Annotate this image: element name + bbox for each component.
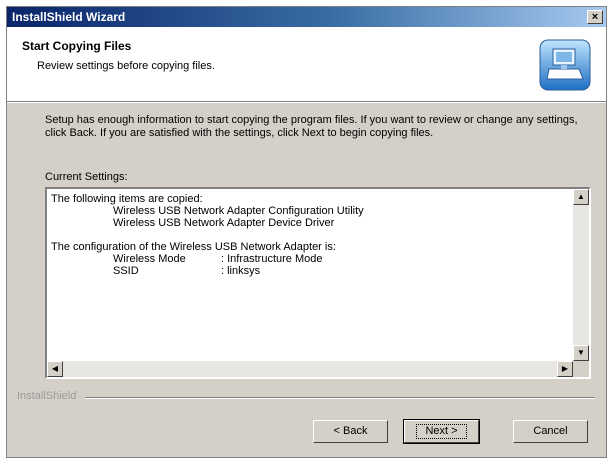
page-title: Start Copying Files xyxy=(22,39,132,53)
scroll-right-icon[interactable]: ▶ xyxy=(557,361,573,377)
settings-line: Wireless USB Network Adapter Device Driv… xyxy=(113,217,335,229)
settings-line: The configuration of the Wireless USB Ne… xyxy=(51,241,336,253)
cancel-button[interactable]: Cancel xyxy=(513,420,588,443)
current-settings-label: Current Settings: xyxy=(45,171,128,183)
description-text: Setup has enough information to start co… xyxy=(45,114,578,139)
scroll-left-icon[interactable]: ◀ xyxy=(47,361,63,377)
horizontal-scrollbar[interactable]: ◀ ▶ xyxy=(47,361,573,377)
close-button[interactable]: × xyxy=(587,10,603,24)
vertical-scrollbar[interactable]: ▲ ▼ xyxy=(573,189,589,361)
settings-line: Wireless USB Network Adapter Configurati… xyxy=(113,205,364,217)
setting-key: Wireless Mode xyxy=(113,253,186,265)
settings-line: SSID : linksys xyxy=(51,265,559,277)
current-settings-box[interactable]: The following items are copied: Wireless… xyxy=(45,187,591,379)
settings-content: The following items are copied: Wireless… xyxy=(51,193,559,277)
setting-value: : linksys xyxy=(221,265,261,277)
page-subtitle: Review settings before copying files. xyxy=(37,60,215,72)
setting-key: SSID xyxy=(113,265,139,277)
scroll-up-icon[interactable]: ▲ xyxy=(573,189,589,205)
settings-line: The following items are copied: xyxy=(51,193,203,205)
wizard-header: Start Copying Files Review settings befo… xyxy=(7,27,606,102)
setup-computer-icon xyxy=(539,39,591,91)
settings-line: Wireless Mode : Infrastructure Mode xyxy=(51,253,559,265)
installshield-brand: InstallShield xyxy=(17,390,77,402)
title-bar[interactable]: InstallShield Wizard × xyxy=(7,7,606,27)
scrollbar-corner xyxy=(573,361,589,377)
window-title: InstallShield Wizard xyxy=(12,10,126,24)
footer-divider xyxy=(85,397,595,399)
installshield-wizard-window: InstallShield Wizard × Start Copying Fil… xyxy=(6,6,607,458)
scroll-down-icon[interactable]: ▼ xyxy=(573,345,589,361)
next-button[interactable]: Next > xyxy=(403,419,480,444)
back-button[interactable]: < Back xyxy=(313,420,388,443)
setting-value: : Infrastructure Mode xyxy=(221,253,323,265)
next-button-label: Next > xyxy=(416,424,467,439)
